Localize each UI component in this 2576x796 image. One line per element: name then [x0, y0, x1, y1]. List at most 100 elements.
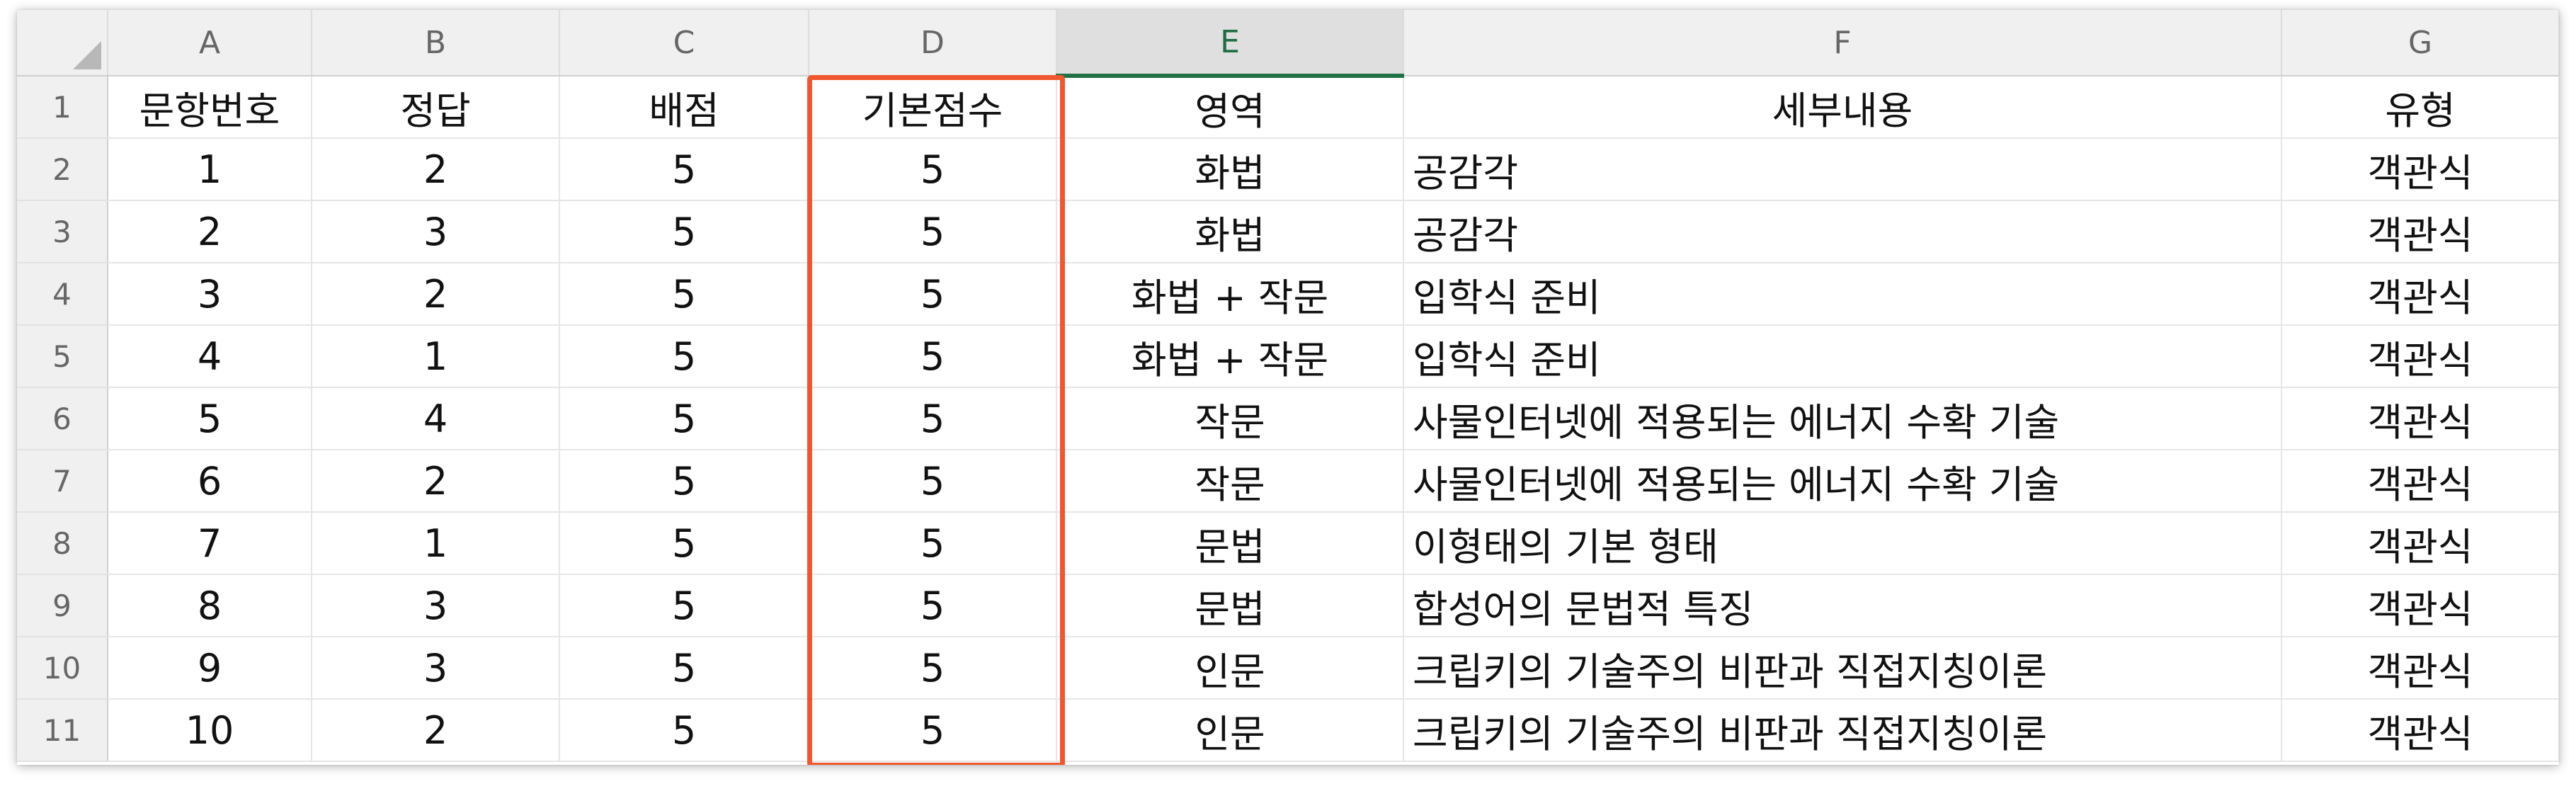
- cell-details[interactable]: 사물인터넷에 적용되는 에너지 수확 기술: [1403, 450, 2282, 513]
- cell-details[interactable]: 입학식 준비: [1403, 325, 2282, 388]
- row-header[interactable]: 6: [17, 387, 108, 450]
- row-header[interactable]: 2: [17, 138, 108, 201]
- cell-base-score[interactable]: 5: [809, 263, 1057, 326]
- cell-type[interactable]: 객관식: [2281, 512, 2559, 575]
- cell-area[interactable]: 화법: [1056, 138, 1404, 201]
- cell-base-score[interactable]: 5: [809, 574, 1057, 637]
- column-header-a[interactable]: A: [108, 10, 312, 76]
- cell-answer[interactable]: 2: [312, 138, 560, 201]
- cell-type[interactable]: 객관식: [2281, 200, 2559, 263]
- cell-points[interactable]: 5: [559, 325, 809, 388]
- cell-details[interactable]: 공감각: [1403, 200, 2282, 263]
- cell-type[interactable]: 객관식: [2281, 574, 2559, 637]
- column-header-b[interactable]: B: [312, 10, 560, 76]
- header-cell-answer[interactable]: 정답: [312, 76, 560, 139]
- cell-area[interactable]: 화법: [1056, 200, 1404, 263]
- cell-answer[interactable]: 2: [312, 450, 560, 513]
- cell-type[interactable]: 객관식: [2281, 699, 2559, 762]
- cell-answer[interactable]: 3: [312, 574, 560, 637]
- cell-question-number[interactable]: 4: [108, 325, 312, 388]
- cell-question-number[interactable]: 2: [108, 200, 312, 263]
- column-header-d[interactable]: D: [809, 10, 1057, 76]
- cell-answer[interactable]: 1: [312, 325, 560, 388]
- cell-answer[interactable]: 3: [312, 637, 560, 700]
- cell-area[interactable]: 인문: [1056, 637, 1404, 700]
- cell-details[interactable]: 공감각: [1403, 138, 2282, 201]
- table-row-header: 1 문항번호 정답 배점 기본점수 영역 세부내용 유형: [17, 76, 2559, 139]
- cell-area[interactable]: 화법 + 작문: [1056, 263, 1404, 326]
- column-header-f[interactable]: F: [1403, 10, 2282, 76]
- cell-area[interactable]: 문법: [1056, 512, 1404, 575]
- row-header[interactable]: 10: [17, 637, 108, 700]
- cell-base-score[interactable]: 5: [809, 387, 1057, 450]
- cell-question-number[interactable]: 3: [108, 263, 312, 326]
- cell-points[interactable]: 5: [559, 263, 809, 326]
- cell-points[interactable]: 5: [559, 450, 809, 513]
- cell-points[interactable]: 5: [559, 387, 809, 450]
- cell-answer[interactable]: 3: [312, 200, 560, 263]
- row-header[interactable]: 4: [17, 263, 108, 326]
- row-header[interactable]: 11: [17, 699, 108, 762]
- cell-details[interactable]: 이형태의 기본 형태: [1403, 512, 2282, 575]
- cell-answer[interactable]: 2: [312, 263, 560, 326]
- cell-points[interactable]: 5: [559, 637, 809, 700]
- cell-question-number[interactable]: 7: [108, 512, 312, 575]
- column-header-g[interactable]: G: [2281, 10, 2559, 76]
- cell-base-score[interactable]: 5: [809, 325, 1057, 388]
- header-cell-details[interactable]: 세부내용: [1403, 76, 2282, 139]
- row-header[interactable]: 9: [17, 574, 108, 637]
- cell-details[interactable]: 사물인터넷에 적용되는 에너지 수확 기술: [1403, 387, 2282, 450]
- cell-details[interactable]: 입학식 준비: [1403, 263, 2282, 326]
- header-cell-base-score[interactable]: 기본점수: [809, 76, 1057, 139]
- header-cell-points[interactable]: 배점: [559, 76, 809, 139]
- cell-points[interactable]: 5: [559, 512, 809, 575]
- row-header[interactable]: 3: [17, 200, 108, 263]
- cell-base-score[interactable]: 5: [809, 200, 1057, 263]
- cell-type[interactable]: 객관식: [2281, 263, 2559, 326]
- cell-base-score[interactable]: 5: [809, 512, 1057, 575]
- cell-points[interactable]: 5: [559, 200, 809, 263]
- cell-type[interactable]: 객관식: [2281, 325, 2559, 388]
- header-cell-question-number[interactable]: 문항번호: [108, 76, 312, 139]
- column-header-c[interactable]: C: [559, 10, 809, 76]
- table-row: 5 4 1 5 5 화법 + 작문 입학식 준비 객관식: [17, 325, 2559, 388]
- select-all-corner[interactable]: [17, 10, 108, 76]
- header-cell-area[interactable]: 영역: [1056, 76, 1404, 139]
- cell-question-number[interactable]: 9: [108, 637, 312, 700]
- cell-question-number[interactable]: 1: [108, 138, 312, 201]
- header-cell-type[interactable]: 유형: [2281, 76, 2559, 139]
- cell-question-number[interactable]: 10: [108, 699, 312, 762]
- row-header[interactable]: 5: [17, 325, 108, 388]
- cell-type[interactable]: 객관식: [2281, 387, 2559, 450]
- cell-answer[interactable]: 2: [312, 699, 560, 762]
- cell-question-number[interactable]: 5: [108, 387, 312, 450]
- cell-points[interactable]: 5: [559, 699, 809, 762]
- cell-area[interactable]: 작문: [1056, 387, 1404, 450]
- cell-points[interactable]: 5: [559, 574, 809, 637]
- cell-question-number[interactable]: 8: [108, 574, 312, 637]
- cell-details[interactable]: 크립키의 기술주의 비판과 직접지칭이론: [1403, 699, 2282, 762]
- cell-base-score[interactable]: 5: [809, 450, 1057, 513]
- cell-area[interactable]: 작문: [1056, 450, 1404, 513]
- cell-points[interactable]: 5: [559, 138, 809, 201]
- cell-answer[interactable]: 4: [312, 387, 560, 450]
- cell-question-number[interactable]: 6: [108, 450, 312, 513]
- cell-type[interactable]: 객관식: [2281, 138, 2559, 201]
- row-header[interactable]: 8: [17, 512, 108, 575]
- cell-base-score[interactable]: 5: [809, 699, 1057, 762]
- cell-area[interactable]: 문법: [1056, 574, 1404, 637]
- cell-area[interactable]: 인문: [1056, 699, 1404, 762]
- cell-base-score[interactable]: 5: [809, 637, 1057, 700]
- cell-type[interactable]: 객관식: [2281, 450, 2559, 513]
- cell-details[interactable]: 합성어의 문법적 특징: [1403, 574, 2282, 637]
- cell-base-score[interactable]: 5: [809, 138, 1057, 201]
- table-row: 3 2 3 5 5 화법 공감각 객관식: [17, 200, 2559, 263]
- row-header[interactable]: 1: [17, 76, 108, 139]
- cell-details[interactable]: 크립키의 기술주의 비판과 직접지칭이론: [1403, 637, 2282, 700]
- cell-type[interactable]: 객관식: [2281, 637, 2559, 700]
- cell-answer[interactable]: 1: [312, 512, 560, 575]
- table-row: 2 1 2 5 5 화법 공감각 객관식: [17, 138, 2559, 201]
- column-header-e[interactable]: E: [1056, 10, 1404, 78]
- cell-area[interactable]: 화법 + 작문: [1056, 325, 1404, 388]
- row-header[interactable]: 7: [17, 450, 108, 513]
